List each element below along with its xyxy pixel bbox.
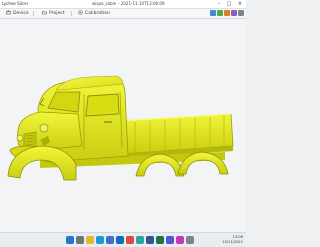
truck-model[interactable]	[0, 19, 246, 232]
minimize-button[interactable]: –	[214, 0, 224, 8]
headlight	[39, 123, 49, 133]
tab-divider	[33, 11, 34, 16]
chrome-icon[interactable]	[126, 236, 134, 244]
excel-icon[interactable]	[156, 236, 164, 244]
printer-icon	[6, 10, 11, 15]
files-icon[interactable]	[86, 236, 94, 244]
tab-project[interactable]: Project	[42, 9, 65, 18]
search-icon[interactable]	[76, 236, 84, 244]
share-icon[interactable]	[224, 10, 230, 16]
title-bar: Lychee Slicer wispo_cabin – 2021-11-10T1…	[0, 0, 246, 9]
tab-device-label: Device	[13, 11, 29, 16]
maximize-button[interactable]: □	[224, 0, 234, 8]
calibration-icon	[78, 10, 83, 15]
store-icon[interactable]	[106, 236, 114, 244]
layers-icon[interactable]	[217, 10, 223, 16]
main-tab-bar: Device Project Calibration	[0, 9, 246, 19]
side-window	[85, 93, 120, 117]
tab-calibration[interactable]: Calibration	[78, 9, 110, 18]
word-icon[interactable]	[146, 236, 154, 244]
mail-icon[interactable]	[116, 236, 124, 244]
app-title: Lychee Slicer	[2, 1, 29, 6]
folder-icon	[42, 11, 47, 15]
clock-date: 10/11/2021	[222, 239, 243, 244]
cube-icon[interactable]	[210, 10, 216, 16]
user-icon[interactable]	[231, 10, 237, 16]
settings-icon[interactable]	[186, 236, 194, 244]
tab-project-label: Project	[49, 11, 65, 16]
edge-icon[interactable]	[96, 236, 104, 244]
close-button[interactable]: ×	[235, 0, 245, 8]
document-title: wispo_cabin – 2021-11-10T13:06:09	[92, 1, 165, 6]
tab-device[interactable]: Device	[6, 9, 29, 18]
headlight	[16, 134, 24, 142]
system-clock[interactable]: 13:06 10/11/2021	[222, 235, 243, 244]
tab-calibration-label: Calibration	[85, 11, 110, 16]
os-taskbar: 13:06 10/11/2021	[0, 232, 246, 247]
slicer-icon[interactable]	[136, 236, 144, 244]
tab-divider	[71, 11, 72, 16]
toolbar-icons	[210, 10, 244, 17]
start-icon[interactable]	[66, 236, 74, 244]
3d-viewport[interactable]	[0, 19, 246, 232]
photos-icon[interactable]	[176, 236, 184, 244]
settings-icon[interactable]	[238, 10, 244, 16]
teams-icon[interactable]	[166, 236, 174, 244]
